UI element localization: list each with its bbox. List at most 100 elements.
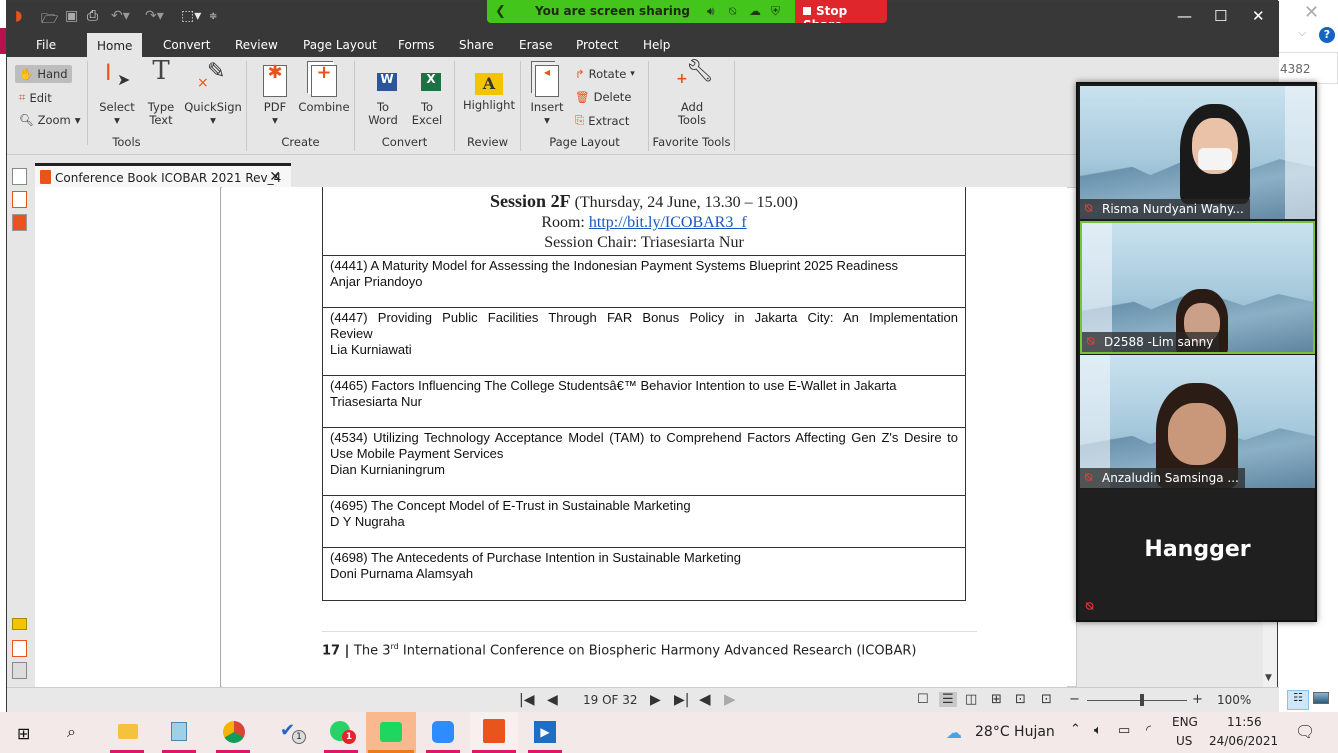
continuous-page-icon[interactable]: ☰ — [939, 692, 957, 707]
zoom-in-button[interactable]: + — [1192, 692, 1203, 707]
cover-page-icon[interactable]: ⊡ — [1015, 692, 1026, 707]
tab-review[interactable]: Review — [235, 38, 278, 52]
zoom-level[interactable]: 100% — [1217, 693, 1251, 707]
to-word-button[interactable]: W To Word — [363, 65, 403, 127]
bookmarks-icon[interactable] — [12, 214, 27, 231]
edit-tool[interactable]: ⌗ Edit — [19, 90, 52, 105]
mic-muted-icon[interactable]: ⍉ — [729, 4, 736, 19]
close-tab-icon[interactable]: ✕ — [269, 169, 281, 185]
media-player-button[interactable]: ▶ — [526, 712, 564, 753]
participant-video[interactable]: ⍉ Anzaludin Samsinga ... — [1080, 355, 1315, 488]
previous-view-button[interactable]: ◀ — [699, 690, 711, 708]
separate-cover-icon[interactable]: ⊡ — [1041, 692, 1052, 707]
pages-panel-icon[interactable] — [12, 168, 27, 185]
tab-erase[interactable]: Erase — [519, 38, 553, 52]
select-tool-icon[interactable]: ⬚▾ — [181, 8, 201, 24]
volume-icon[interactable]: 🔈︎ — [1094, 723, 1102, 738]
close-button[interactable]: ✕ — [1252, 7, 1265, 25]
tab-help[interactable]: Help — [643, 38, 670, 52]
delete-button[interactable]: 🗑︎ Delete — [575, 90, 631, 104]
minimize-button[interactable]: — — [1177, 7, 1192, 25]
notifications-icon[interactable]: 🗨︎ — [1295, 722, 1315, 741]
help-icon[interactable]: ? — [1319, 27, 1335, 43]
single-page-icon[interactable]: ☐ — [917, 692, 929, 707]
comments-icon[interactable] — [12, 618, 27, 630]
select-button[interactable]: I ➤ Select ▾ — [97, 63, 137, 127]
whatsapp-button[interactable]: 1 — [322, 712, 360, 753]
chrome-button[interactable] — [214, 712, 252, 753]
show-hidden-icons[interactable]: ⌃ — [1070, 722, 1081, 737]
file-explorer-button[interactable] — [108, 712, 146, 753]
page-indicator[interactable]: 19 OF 32 — [583, 693, 638, 707]
rotate-button[interactable]: ↱ Rotate ▾ — [575, 67, 635, 81]
tab-page-layout[interactable]: Page Layout — [303, 38, 377, 52]
tab-share[interactable]: Share — [459, 38, 494, 52]
redo-icon[interactable]: ↷▾ — [145, 8, 164, 24]
undo-icon[interactable]: ↶▾ — [111, 8, 130, 24]
tab-home[interactable]: Home — [87, 33, 143, 57]
next-view-button[interactable]: ▶ — [724, 690, 736, 708]
open-folder-icon[interactable]: 🗁 — [41, 8, 58, 32]
notepad-button[interactable] — [160, 712, 198, 753]
start-button[interactable]: ⊞ — [6, 712, 44, 753]
next-page-button[interactable]: ▶ — [650, 692, 661, 708]
highlight-button[interactable]: A Highlight — [461, 65, 517, 112]
attachments-icon[interactable] — [12, 640, 27, 657]
speaker-icon[interactable]: 🔊︎ — [707, 4, 715, 19]
layers-icon[interactable] — [12, 662, 27, 679]
chevron-down-icon[interactable]: ⌵ — [1298, 26, 1306, 40]
save-icon[interactable]: ▣ — [65, 8, 78, 24]
document-tab[interactable]: Conference Book ICOBAR 2021 Rev_4 ✕ — [35, 163, 291, 187]
zoom-slider-thumb[interactable] — [1140, 694, 1144, 706]
security-shield-icon[interactable]: ⛨ — [771, 4, 780, 19]
add-tools-button[interactable]: + 🔧︎ Add Tools — [667, 61, 717, 127]
last-page-button[interactable]: ▶| — [674, 692, 689, 708]
spotify-button[interactable] — [366, 712, 416, 753]
clock-time[interactable]: 11:56 — [1227, 715, 1262, 729]
quicksign-button[interactable]: × ✎ QuickSign ▾ — [183, 61, 243, 127]
wifi-icon[interactable]: ◜ — [1146, 723, 1151, 738]
tab-forms[interactable]: Forms — [398, 38, 434, 52]
participant-no-video[interactable]: Hangger ⍉ — [1080, 489, 1315, 620]
todo-button[interactable]: ✔ 1 — [272, 712, 310, 753]
insert-button[interactable]: ◂ Insert ▾ — [527, 65, 567, 127]
tab-convert[interactable]: Convert — [163, 38, 210, 52]
hand-tool[interactable]: ✋ Hand — [15, 65, 72, 83]
search-button[interactable]: ⌕ — [56, 712, 94, 753]
preview-view-icon[interactable] — [1313, 692, 1329, 704]
foxit-taskbar-button[interactable] — [470, 712, 518, 753]
continuous-facing-icon[interactable]: ⊞ — [991, 692, 1002, 707]
pdf-button[interactable]: ✱ PDF ▾ — [257, 64, 293, 127]
type-text-button[interactable]: T Type Text — [141, 58, 181, 127]
clock-date[interactable]: 24/06/2021 — [1209, 734, 1278, 748]
stop-share-button[interactable]: Stop Share — [795, 0, 887, 23]
extract-button[interactable]: ⎘ Extract — [575, 113, 629, 128]
to-excel-button[interactable]: X To Excel — [407, 65, 447, 127]
maximize-button[interactable]: ☐ — [1214, 7, 1227, 25]
weather-icon[interactable]: ☁ — [946, 723, 962, 742]
cloud-record-icon[interactable]: ☁ — [749, 4, 761, 18]
facing-page-icon[interactable]: ◫ — [965, 692, 977, 707]
tab-file[interactable]: File — [36, 38, 56, 52]
zoom-app-button[interactable] — [424, 712, 462, 753]
zoom-slider[interactable] — [1087, 694, 1187, 706]
details-view-icon[interactable]: ☷ — [1287, 690, 1309, 710]
customize-icon[interactable]: ≑ — [209, 11, 217, 22]
previous-page-button[interactable]: ◀ — [547, 692, 558, 708]
participant-video[interactable]: ⍉ Risma Nurdyani Wahy... — [1080, 86, 1315, 219]
search-panel-icon[interactable] — [12, 191, 27, 208]
zoom-out-button[interactable]: − — [1069, 692, 1080, 707]
combine-button[interactable]: + Combine — [297, 64, 351, 114]
print-icon[interactable]: ⎙ — [87, 8, 98, 24]
participant-video-active[interactable]: ⍉ D2588 -Lim sanny — [1080, 221, 1315, 354]
battery-icon[interactable]: ▭ — [1118, 723, 1130, 738]
close-icon[interactable]: ✕ — [1304, 2, 1319, 23]
room-link[interactable]: http://bit.ly/ICOBAR3_f — [589, 214, 747, 231]
first-page-button[interactable]: |◀ — [519, 692, 534, 708]
language-bottom[interactable]: US — [1176, 734, 1192, 748]
share-grip-icon[interactable]: ❮ — [495, 4, 506, 19]
tab-protect[interactable]: Protect — [576, 38, 618, 52]
zoom-tool[interactable]: 🔍︎ Zoom ▾ — [19, 113, 81, 127]
language-top[interactable]: ENG — [1172, 715, 1198, 729]
weather-text[interactable]: 28°C Hujan — [975, 724, 1055, 740]
